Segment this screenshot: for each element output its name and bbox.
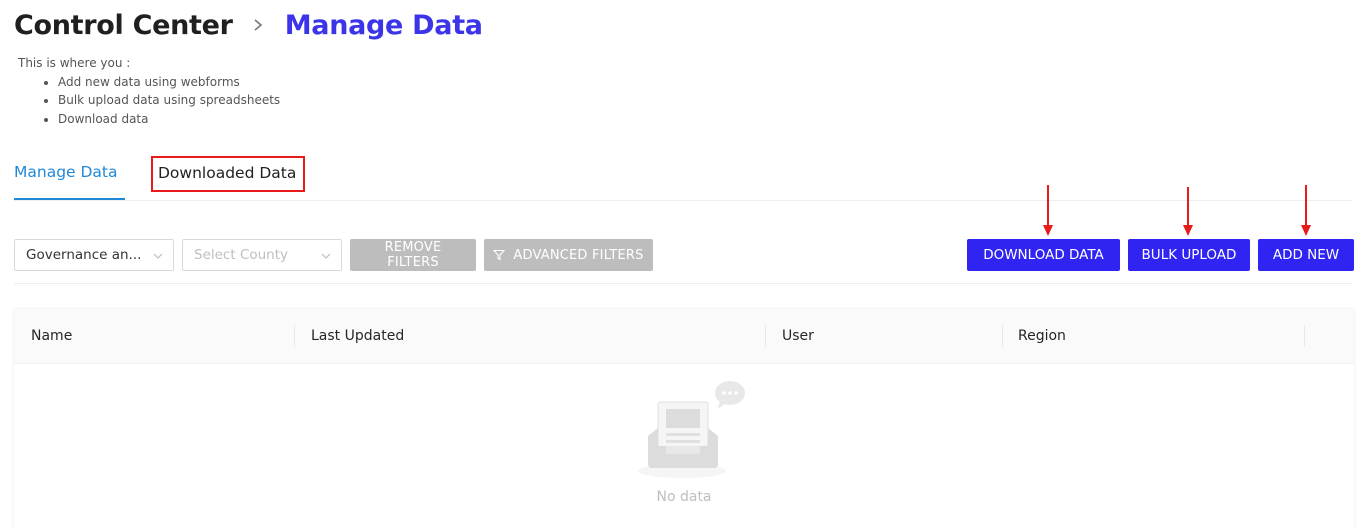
intro-text: This is where you : Add new data using w… [18, 54, 280, 128]
page-title: Manage Data [284, 9, 483, 41]
remove-filters-button[interactable]: REMOVE FILTERS [350, 239, 476, 271]
tab-bar: Manage Data Downloaded Data [14, 152, 1352, 201]
divider [14, 283, 1352, 284]
chevron-down-icon [153, 253, 163, 259]
annotation-arrow-add-new [1301, 185, 1311, 236]
intro-lead: This is where you : [18, 56, 131, 70]
column-header-user[interactable]: User [782, 309, 814, 363]
filter-icon [493, 249, 506, 261]
filter-bar: Governance an... Select County REMOVE FI… [14, 239, 653, 271]
column-divider [765, 325, 766, 347]
empty-inbox-icon [638, 381, 745, 478]
download-data-button[interactable]: DOWNLOAD DATA [967, 239, 1120, 271]
governance-select-value: Governance an... [26, 247, 142, 263]
page: Control Center Manage Data This is where… [0, 0, 1363, 528]
advanced-filters-button[interactable]: ADVANCED FILTERS [484, 239, 653, 271]
column-header-name[interactable]: Name [31, 309, 72, 363]
annotation-arrow-bulk-upload [1183, 187, 1193, 236]
column-header-region[interactable]: Region [1018, 309, 1066, 363]
intro-item-download: Download data [58, 110, 280, 129]
tab-manage-data[interactable]: Manage Data [14, 152, 125, 200]
bulk-upload-button[interactable]: BULK UPLOAD [1128, 239, 1250, 271]
empty-state: No data [14, 364, 1354, 528]
remove-filters-label: REMOVE FILTERS [384, 240, 442, 270]
column-header-last-updated[interactable]: Last Updated [311, 309, 404, 363]
chevron-right-icon [249, 16, 267, 34]
county-select[interactable]: Select County [182, 239, 342, 271]
table-header: Name Last Updated User Region [14, 309, 1354, 364]
chevron-down-icon [321, 253, 331, 259]
empty-state-text: No data [656, 489, 712, 505]
column-divider [1002, 325, 1003, 347]
breadcrumb-root[interactable]: Control Center [14, 10, 233, 41]
breadcrumb: Control Center Manage Data [14, 6, 483, 44]
intro-list: Add new data using webforms Bulk upload … [18, 73, 280, 129]
county-select-placeholder: Select County [194, 247, 289, 263]
advanced-filters-label: ADVANCED FILTERS [513, 247, 644, 263]
column-divider [294, 325, 295, 347]
tab-downloaded-data[interactable]: Downloaded Data [151, 156, 306, 192]
annotation-arrow-download [1043, 185, 1053, 236]
column-divider [1304, 325, 1305, 347]
intro-item-bulk: Bulk upload data using spreadsheets [58, 91, 280, 110]
add-new-button[interactable]: ADD NEW [1258, 239, 1354, 271]
governance-select[interactable]: Governance an... [14, 239, 174, 271]
intro-item-add: Add new data using webforms [58, 73, 280, 92]
data-table: Name Last Updated User Region No data [14, 309, 1354, 528]
